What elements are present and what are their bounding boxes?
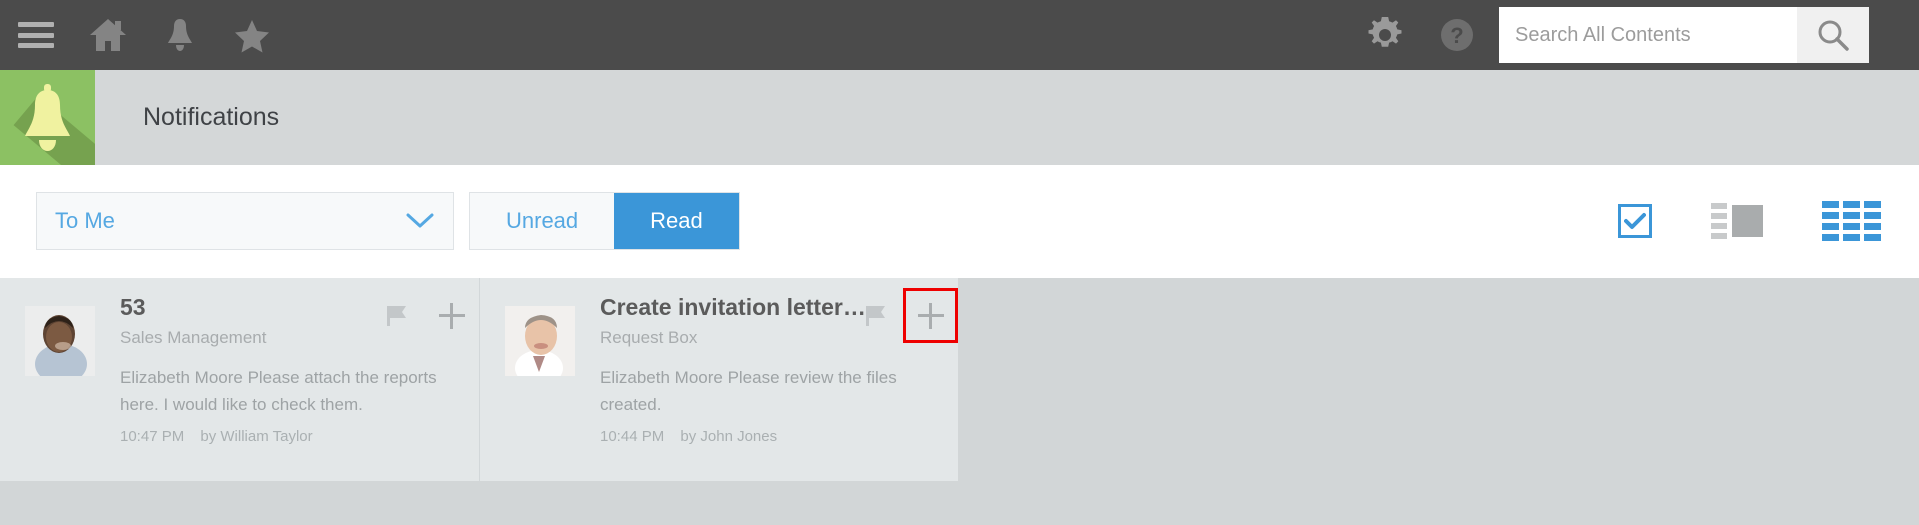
checkbox-checked-icon: [1618, 204, 1652, 238]
svg-text:?: ?: [1450, 23, 1463, 48]
help-button[interactable]: ?: [1421, 0, 1493, 70]
content-background: [958, 278, 1919, 481]
plus-icon: [917, 302, 944, 329]
page-footer-background: [0, 481, 1919, 525]
notification-card[interactable]: Create invitation letter… Request Box El…: [479, 278, 958, 481]
home-icon: [90, 19, 126, 51]
add-button[interactable]: [424, 288, 479, 343]
bell-icon: [25, 84, 70, 151]
page-title: Notifications: [143, 103, 280, 131]
read-state-tabs: Unread Read: [469, 192, 740, 250]
notification-meta: 10:44 PM by John Jones: [600, 428, 948, 445]
bell-icon: [168, 19, 192, 51]
search-button[interactable]: [1797, 7, 1869, 63]
flag-icon: [386, 305, 406, 326]
notification-actions: [369, 288, 479, 343]
add-button[interactable]: [903, 288, 958, 343]
notification-message: Elizabeth Moore Please review the files …: [600, 368, 897, 414]
notification-author: by William Taylor: [200, 428, 313, 445]
notification-actions: [848, 288, 958, 343]
gear-icon: [1368, 17, 1402, 47]
view-options: [1618, 192, 1881, 250]
avatar: [505, 306, 575, 376]
search-bar: [1499, 7, 1869, 63]
page-header: Notifications: [0, 70, 1919, 165]
flag-button[interactable]: [848, 288, 903, 343]
avatar: [25, 306, 95, 376]
hamburger-icon: [18, 22, 54, 48]
top-nav-right-icons: ?: [1349, 0, 1919, 70]
help-icon: ?: [1441, 19, 1473, 51]
menu-button[interactable]: [0, 0, 72, 70]
settings-button[interactable]: [1349, 0, 1421, 70]
home-button[interactable]: [72, 0, 144, 70]
notification-list: 53 Sales Management Elizabeth Moore Plea…: [0, 278, 958, 481]
filter-toolbar: To Me Unread Read: [0, 165, 1919, 278]
search-icon: [1818, 20, 1849, 51]
grid-view-icon: [1822, 201, 1881, 241]
notification-time: 10:44 PM: [600, 428, 665, 445]
star-icon: [235, 20, 269, 53]
tab-read[interactable]: Read: [614, 193, 739, 249]
chevron-down-icon: [406, 213, 434, 228]
grid-view-toggle[interactable]: [1822, 201, 1881, 241]
notifications-page: ? Notifications: [0, 0, 1919, 525]
favorites-button[interactable]: [216, 0, 288, 70]
notification-card[interactable]: 53 Sales Management Elizabeth Moore Plea…: [0, 278, 479, 481]
select-mode-checkbox[interactable]: [1618, 204, 1652, 238]
notification-time: 10:47 PM: [120, 428, 185, 445]
page-icon-tile: [0, 70, 95, 165]
list-view-toggle[interactable]: [1711, 203, 1763, 239]
notifications-button[interactable]: [144, 0, 216, 70]
flag-button[interactable]: [369, 288, 424, 343]
tab-unread[interactable]: Unread: [470, 193, 615, 249]
search-input[interactable]: [1499, 7, 1797, 63]
recipient-filter-dropdown[interactable]: To Me: [36, 192, 454, 250]
recipient-filter-value: To Me: [55, 208, 115, 233]
notification-author: by John Jones: [680, 428, 778, 445]
top-navigation-bar: ?: [0, 0, 1919, 70]
notification-meta: 10:47 PM by William Taylor: [120, 428, 469, 445]
list-view-icon: [1711, 203, 1763, 239]
top-nav-left-icons: [0, 0, 288, 70]
flag-icon: [865, 305, 885, 326]
notification-message: Elizabeth Moore Please attach the report…: [120, 368, 437, 414]
plus-icon: [438, 302, 465, 329]
